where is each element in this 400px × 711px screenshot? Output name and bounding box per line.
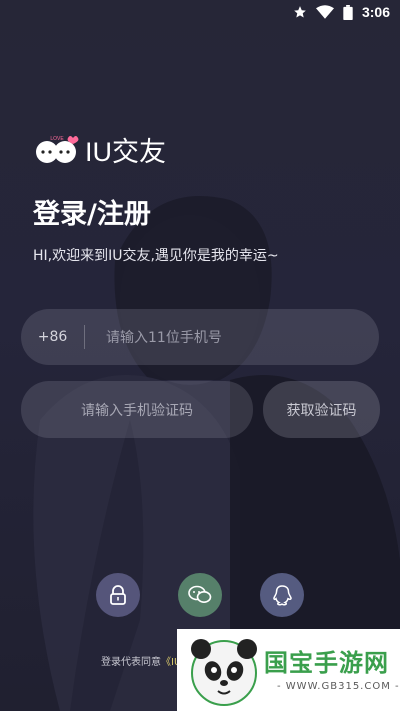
heart-faces-logo-icon: LOVE — [36, 135, 79, 163]
country-code-selector[interactable]: +86 — [21, 329, 84, 345]
agreement-text: 登录代表同意 — [101, 657, 161, 668]
welcome-subtitle: HI,欢迎来到IU交友,遇见你是我的幸运~ — [33, 248, 279, 264]
login-screen: 3:06 LOVE IU交友 登录/注册 HI,欢迎来到IU交友,遇见你是我的幸… — [0, 0, 400, 711]
watermark-overlay: 国宝手游网 - WWW.GB315.COM - — [177, 629, 400, 711]
verification-code-input[interactable]: 请输入手机验证码 — [21, 381, 253, 438]
qq-icon — [273, 585, 292, 606]
panda-logo-icon — [191, 639, 257, 706]
status-time: 3:06 — [361, 4, 390, 20]
user-agreement: 登录代表同意《IU — [101, 653, 181, 668]
lock-icon — [110, 585, 126, 605]
watermark-text: 国宝手游网 — [264, 649, 389, 677]
wifi-icon — [315, 5, 334, 19]
logo-badge: LOVE — [50, 136, 64, 142]
watermark-url: - WWW.GB315.COM - — [277, 681, 400, 692]
password-login-button[interactable] — [96, 573, 140, 617]
phone-field[interactable]: +86 请输入11位手机号 — [21, 309, 379, 365]
wechat-icon — [188, 585, 212, 603]
battery-icon — [343, 4, 353, 20]
logo-text: IU交友 — [85, 137, 166, 167]
status-bar: 3:06 — [0, 0, 400, 26]
star-icon — [294, 6, 306, 18]
phone-input[interactable]: 请输入11位手机号 — [85, 327, 379, 347]
wechat-login-button[interactable] — [178, 573, 222, 617]
get-code-button[interactable]: 获取验证码 — [263, 381, 380, 438]
app-logo: LOVE IU交友 — [33, 130, 166, 169]
qq-login-button[interactable] — [260, 573, 304, 617]
page-title: 登录/注册 — [33, 199, 151, 230]
